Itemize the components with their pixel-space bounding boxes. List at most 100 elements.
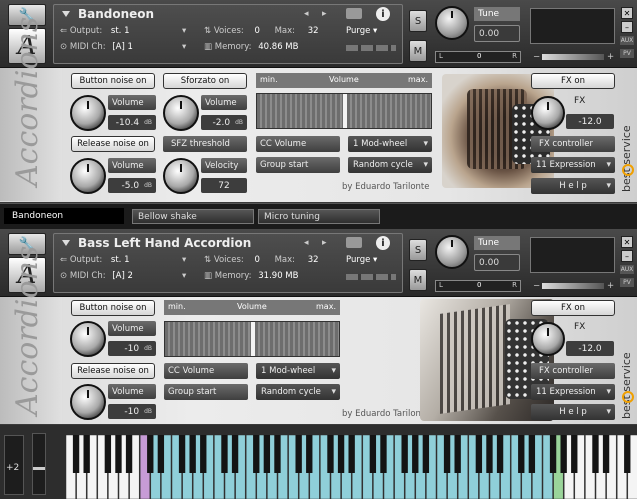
black-key[interactable] — [380, 435, 387, 473]
aux-button[interactable]: AUX — [620, 265, 634, 274]
fx-expression-dropdown[interactable]: 11 Expression — [531, 384, 615, 400]
sforzato-volume-knob[interactable] — [163, 95, 199, 131]
mute-button[interactable]: M — [409, 269, 427, 291]
volume-meter-slider[interactable] — [256, 93, 432, 129]
black-key[interactable] — [443, 435, 451, 473]
volume-slider[interactable] — [542, 283, 604, 289]
black-key[interactable] — [518, 435, 525, 473]
midi-dropdown-icon[interactable]: ▾ — [182, 271, 186, 281]
tab-micro-tuning[interactable]: Micro tuning — [258, 209, 380, 224]
group-start-dropdown[interactable]: Random cycle — [348, 157, 432, 173]
black-key[interactable] — [327, 435, 334, 473]
vol3-value[interactable]: -5.0 dB — [108, 178, 156, 193]
black-key[interactable] — [231, 435, 239, 473]
pan-slider[interactable]: L 0 R — [435, 51, 521, 63]
solo-button[interactable]: S — [409, 239, 427, 261]
black-key[interactable] — [253, 435, 260, 473]
mute-button[interactable]: M — [409, 40, 427, 62]
button-noise-button[interactable]: Button noise on — [71, 300, 155, 316]
black-key[interactable] — [369, 435, 377, 473]
black-key[interactable] — [486, 435, 493, 473]
black-key[interactable] — [422, 435, 430, 473]
black-key[interactable] — [147, 435, 154, 473]
midi-dropdown-icon[interactable]: ▾ — [182, 42, 186, 52]
pan-slider[interactable]: L 0 R — [435, 280, 521, 292]
release-noise-button[interactable]: Release noise on — [71, 363, 155, 379]
fx-value[interactable]: -12.0 — [566, 114, 614, 129]
solo-button[interactable]: S — [409, 10, 427, 32]
output-value[interactable]: st. 1 — [111, 26, 130, 36]
prev-instrument-icon[interactable]: ◂ — [304, 238, 309, 248]
pv-button[interactable]: PV — [620, 49, 634, 58]
minimize-icon[interactable]: – — [621, 21, 633, 33]
midi-row[interactable]: ⊙ MIDI Ch: [A] 2 — [60, 271, 133, 281]
black-key[interactable] — [157, 435, 165, 473]
black-key[interactable] — [83, 435, 90, 473]
aux-button[interactable]: AUX — [620, 36, 634, 45]
tune-value[interactable]: 0.00 — [474, 25, 520, 42]
fx-value[interactable]: -12.0 — [566, 341, 614, 356]
close-icon[interactable]: ✕ — [621, 236, 633, 248]
black-key[interactable] — [125, 435, 133, 473]
black-key[interactable] — [274, 435, 281, 473]
sforzato-button[interactable]: Sforzato on — [163, 73, 247, 89]
close-icon[interactable]: ✕ — [621, 7, 633, 19]
camera-icon[interactable] — [346, 8, 362, 19]
vol3-value[interactable]: -10 dB — [108, 404, 156, 419]
tab-bandoneon[interactable]: Bandoneon — [4, 208, 124, 224]
black-key[interactable] — [624, 435, 631, 473]
vol1-value[interactable]: -10.4 dB — [108, 115, 156, 130]
black-key[interactable] — [337, 435, 345, 473]
info-icon[interactable]: i — [376, 236, 390, 250]
black-key[interactable] — [560, 435, 567, 473]
output-row[interactable]: ⇐ Output: st. 1 — [60, 255, 130, 265]
fx-knob[interactable] — [531, 96, 565, 130]
fx-on-button[interactable]: FX on — [531, 300, 615, 316]
velocity-value[interactable]: 72 — [201, 178, 247, 193]
max-value[interactable]: 32 — [308, 255, 319, 265]
next-instrument-icon[interactable]: ▸ — [322, 9, 327, 19]
black-key[interactable] — [592, 435, 599, 473]
button-noise-button[interactable]: Button noise on — [71, 73, 155, 89]
black-key[interactable] — [221, 435, 228, 473]
black-key[interactable] — [412, 435, 419, 473]
fx-knob[interactable] — [531, 322, 565, 356]
black-key[interactable] — [295, 435, 302, 473]
midi-row[interactable]: ⊙ MIDI Ch: [A] 1 — [60, 42, 133, 52]
output-dropdown-icon[interactable]: ▾ — [182, 26, 186, 36]
black-key[interactable] — [496, 435, 504, 473]
fx-on-button[interactable]: FX on — [531, 73, 615, 89]
instrument-name[interactable]: Bandoneon — [78, 7, 154, 21]
black-key[interactable] — [72, 435, 80, 473]
help-button[interactable]: H e l p — [531, 404, 615, 420]
collapse-icon[interactable] — [62, 240, 70, 246]
mod-wheel[interactable] — [32, 433, 46, 495]
tune-knob[interactable] — [435, 235, 469, 269]
group-start-dropdown[interactable]: Random cycle — [256, 384, 340, 400]
max-value[interactable]: 32 — [308, 26, 319, 36]
black-key[interactable] — [306, 435, 313, 473]
vol2-value[interactable]: -2.0 dB — [201, 115, 247, 130]
octave-shift[interactable]: +2 — [6, 463, 19, 473]
black-key[interactable] — [348, 435, 355, 473]
black-key[interactable] — [454, 435, 461, 473]
camera-icon[interactable] — [346, 237, 362, 248]
prev-instrument-icon[interactable]: ◂ — [304, 9, 309, 19]
black-key[interactable] — [401, 435, 408, 473]
black-key[interactable] — [178, 435, 186, 473]
black-key[interactable] — [475, 435, 483, 473]
pv-button[interactable]: PV — [620, 278, 634, 287]
volume-meter-handle[interactable] — [343, 94, 347, 128]
midi-value[interactable]: [A] 1 — [112, 42, 133, 52]
vol1-value[interactable]: -10 dB — [108, 341, 156, 356]
volume-slider[interactable] — [542, 54, 604, 60]
help-button[interactable]: H e l p — [531, 178, 615, 194]
release-noise-button[interactable]: Release noise on — [71, 136, 155, 152]
tune-value[interactable]: 0.00 — [474, 254, 520, 271]
output-row[interactable]: ⇐ Output: st. 1 — [60, 26, 130, 36]
black-key[interactable] — [189, 435, 196, 473]
cc-volume-dropdown[interactable]: 1 Mod-wheel — [256, 363, 340, 379]
output-value[interactable]: st. 1 — [111, 255, 130, 265]
minimize-icon[interactable]: – — [621, 250, 633, 262]
black-key[interactable] — [549, 435, 557, 473]
